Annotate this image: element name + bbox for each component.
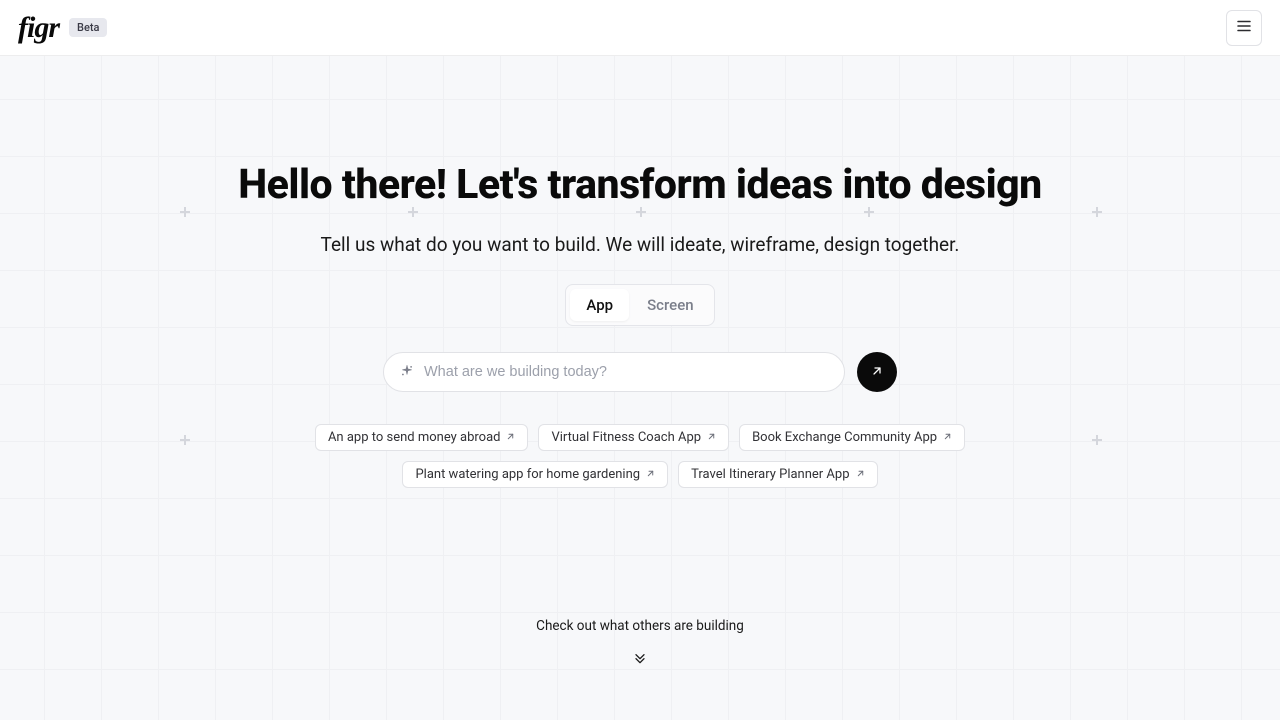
beta-badge: Beta (69, 18, 107, 37)
arrow-up-right-icon (506, 430, 515, 445)
chip-label: Plant watering app for home gardening (415, 467, 640, 482)
app-logo[interactable]: figr (18, 13, 59, 43)
tab-app[interactable]: App (570, 289, 629, 321)
arrow-up-right-icon (871, 365, 883, 380)
hero-subheadline: Tell us what do you want to build. We wi… (321, 233, 960, 256)
chip-label: Book Exchange Community App (752, 430, 937, 445)
prompt-row (383, 352, 897, 392)
app-header: figr Beta (0, 0, 1280, 56)
suggestion-chip[interactable]: An app to send money abroad (315, 424, 529, 451)
arrow-up-right-icon (707, 430, 716, 445)
prompt-input[interactable] (424, 364, 828, 380)
hero-headline: Hello there! Let's transform ideas into … (238, 161, 1042, 209)
arrow-up-right-icon (856, 467, 865, 482)
header-left: figr Beta (18, 13, 107, 43)
arrow-up-right-icon (646, 467, 655, 482)
chip-label: An app to send money abroad (328, 430, 501, 445)
type-segmented-control: App Screen (565, 284, 714, 326)
scroll-down-button[interactable] (632, 650, 648, 670)
suggestion-chip[interactable]: Plant watering app for home gardening (402, 461, 668, 488)
hero-section: Hello there! Let's transform ideas into … (0, 56, 1280, 488)
sparkle-icon (400, 363, 414, 382)
chip-label: Virtual Fitness Coach App (551, 430, 701, 445)
chip-label: Travel Itinerary Planner App (691, 467, 849, 482)
suggestion-chip[interactable]: Virtual Fitness Coach App (538, 424, 729, 451)
tab-screen[interactable]: Screen (631, 289, 710, 321)
scroll-cta: Check out what others are building (0, 618, 1280, 670)
scroll-cta-text: Check out what others are building (536, 618, 744, 634)
prompt-input-container[interactable] (383, 352, 845, 392)
suggestion-chip[interactable]: Travel Itinerary Planner App (678, 461, 877, 488)
suggestion-chip[interactable]: Book Exchange Community App (739, 424, 965, 451)
chevrons-down-icon (632, 651, 648, 670)
menu-button[interactable] (1226, 10, 1262, 46)
suggestion-chips: An app to send money abroad Virtual Fitn… (290, 424, 990, 488)
arrow-up-right-icon (943, 430, 952, 445)
submit-button[interactable] (857, 352, 897, 392)
menu-icon (1235, 17, 1253, 38)
